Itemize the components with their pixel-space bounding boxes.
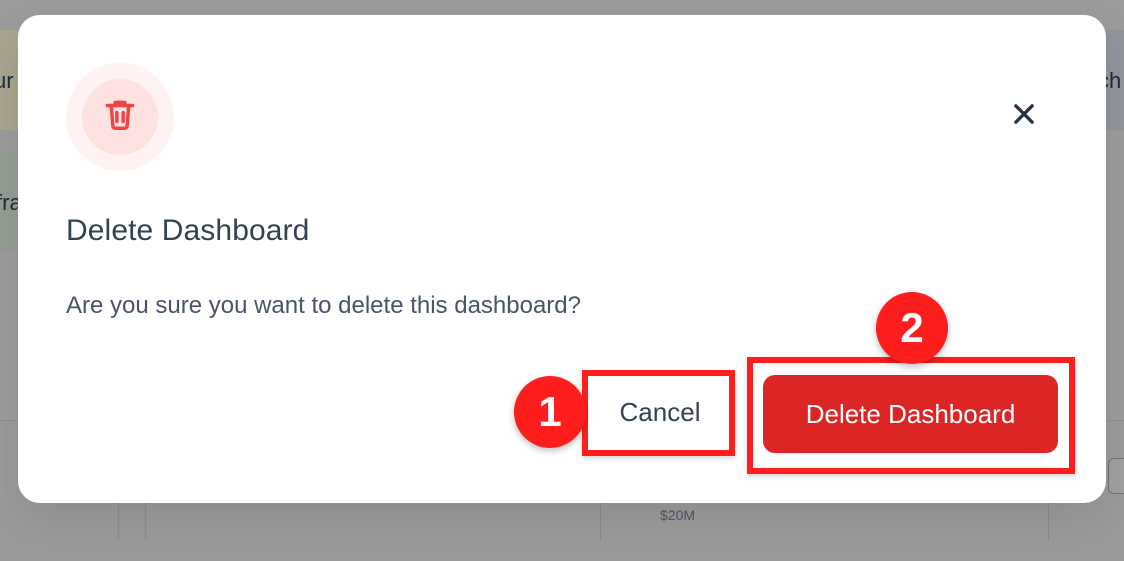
background-chart-axis-label: $20M bbox=[660, 507, 696, 523]
modal-title: Delete Dashboard bbox=[66, 214, 310, 247]
step-badge-1: 1 bbox=[514, 376, 586, 448]
delete-highlight-box bbox=[747, 357, 1075, 474]
trash-icon-background bbox=[82, 79, 158, 155]
trash-icon-container bbox=[66, 63, 174, 171]
background-control bbox=[1108, 458, 1124, 494]
close-button[interactable] bbox=[1003, 95, 1045, 137]
close-icon[interactable] bbox=[1010, 100, 1038, 133]
trash-icon bbox=[101, 96, 139, 139]
cancel-highlight-box bbox=[582, 370, 735, 456]
step-badge-2: 2 bbox=[876, 292, 948, 364]
modal-message: Are you sure you want to delete this das… bbox=[66, 292, 581, 319]
background-partial-text: ur bbox=[0, 68, 14, 93]
